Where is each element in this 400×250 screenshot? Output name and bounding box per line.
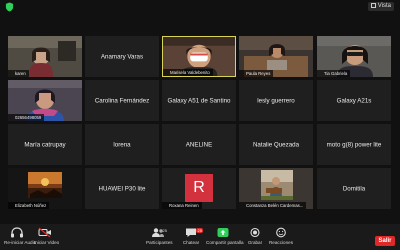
participants-label: Participantes (146, 240, 173, 245)
mic-muted-icon (164, 70, 168, 75)
participant-label: 02656498059 (8, 114, 45, 121)
participant-tile[interactable]: Tia Gabriela (317, 36, 391, 77)
audio-label: Re-iniciar Audio (4, 240, 37, 245)
participant-name: lorena (113, 141, 131, 148)
participant-avatar: R (185, 174, 213, 202)
reactions-button[interactable]: Reacciones (268, 227, 294, 245)
mic-muted-icon (318, 71, 322, 76)
mic-muted-icon (319, 158, 323, 163)
mic-muted-icon (319, 202, 323, 207)
meeting-toolbar: Re-iniciar Audio Iniciar Video 25 Partic… (0, 224, 400, 250)
record-icon (250, 227, 260, 238)
participant-tile[interactable]: Anamary Varas (85, 36, 159, 77)
participant-name: Domitila (342, 185, 366, 192)
participant-tile[interactable]: HUAWEI P30 lite (85, 168, 159, 209)
participant-tile[interactable]: Constanza Belén Cardemas... (239, 168, 313, 209)
participant-label: Constanza Belén Cardemas... (239, 202, 307, 209)
share-label: Compartir pantalla (206, 240, 244, 245)
chat-label: Chatear (182, 240, 200, 245)
mic-muted-icon (87, 114, 91, 119)
mic-muted-icon (9, 71, 13, 76)
reactions-label: Reacciones (268, 240, 293, 245)
mic-muted-icon (87, 158, 91, 163)
participant-name: Carolina Fernández (94, 97, 150, 104)
mic-muted-icon (87, 70, 91, 75)
top-bar: Vista (0, 0, 400, 14)
mic-muted-icon (319, 114, 323, 119)
mic-muted-icon (164, 114, 168, 119)
video-off-icon (38, 227, 51, 238)
participant-tile[interactable]: María catrupay (8, 124, 82, 165)
participant-name: HUAWEI P30 lite (98, 185, 146, 192)
participant-tile[interactable]: R Roxana Reinen (162, 168, 236, 209)
participant-tile[interactable]: 02656498059 (8, 80, 82, 121)
mic-muted-icon (240, 203, 244, 208)
mic-muted-icon (10, 158, 14, 163)
participant-name: Galaxy A51 de Santino (167, 97, 231, 104)
share-screen-button[interactable]: Compartir pantalla (206, 227, 244, 245)
mic-muted-icon (240, 71, 244, 76)
participant-name: María catrupay (24, 141, 66, 148)
participant-tile[interactable]: Elizabeth Núñez (8, 168, 82, 209)
participant-tile[interactable]: Carolina Fernández (85, 80, 159, 121)
participants-count: 25 (162, 228, 167, 233)
record-label: Grabar (247, 240, 263, 245)
headphones-icon (11, 227, 23, 238)
participant-tile[interactable]: lesly guerrero (239, 80, 313, 121)
video-label: Iniciar Video (34, 240, 60, 245)
video-button[interactable]: Iniciar Video (34, 227, 60, 245)
participant-tile[interactable]: Marisela Valdebenito (162, 36, 236, 77)
mic-muted-icon (9, 115, 13, 120)
participants-button[interactable]: 25 Participantes (146, 227, 173, 245)
participant-tile[interactable]: Galaxy A21s (317, 80, 391, 121)
participant-tile[interactable]: karen (8, 36, 82, 77)
participant-label: Roxana Reinen (162, 202, 202, 209)
mic-muted-icon (164, 158, 168, 163)
participant-grid: karen Anamary Varas Marisela Valdebenito Pa… (8, 36, 392, 211)
participant-tile[interactable]: lorena (85, 124, 159, 165)
view-button[interactable]: Vista (367, 2, 394, 11)
participant-tile[interactable]: moto g(8) power lite (317, 124, 391, 165)
participant-name: Galaxy A21s (336, 97, 372, 104)
mic-muted-icon (241, 158, 245, 163)
mic-muted-icon (9, 203, 13, 208)
participant-tile[interactable]: Natalie Quezada (239, 124, 313, 165)
participant-name: Anamary Varas (100, 53, 144, 60)
mic-muted-icon (163, 203, 167, 208)
participant-label: Marisela Valdebenito (163, 69, 213, 76)
participant-tile[interactable]: ANELINE (162, 124, 236, 165)
participant-label: Paula Reyes (239, 70, 274, 77)
grid-icon (370, 2, 376, 8)
leave-button[interactable]: Salir (375, 236, 395, 246)
share-screen-icon (217, 228, 229, 237)
mic-muted-icon (87, 202, 91, 207)
shield-icon[interactable] (5, 2, 14, 12)
participant-name: Natalie Quezada (252, 141, 300, 148)
chat-badge: 25 (196, 228, 204, 233)
participant-tile[interactable]: Galaxy A51 de Santino (162, 80, 236, 121)
participant-name: ANELINE (185, 141, 213, 148)
participant-tile[interactable]: Paula Reyes (239, 36, 313, 77)
participant-name: lesly guerrero (257, 97, 295, 104)
participant-label: Elizabeth Núñez (8, 202, 50, 209)
smiley-icon (276, 227, 286, 238)
chat-button[interactable]: 25 Chatear (180, 227, 204, 245)
audio-button[interactable]: Re-iniciar Audio (4, 227, 37, 245)
mic-muted-icon (241, 114, 245, 119)
record-button[interactable]: Grabar (246, 227, 264, 245)
participant-tile[interactable]: Domitila (317, 168, 391, 209)
participant-name: moto g(8) power lite (326, 141, 382, 148)
view-label: Vista (377, 3, 391, 9)
